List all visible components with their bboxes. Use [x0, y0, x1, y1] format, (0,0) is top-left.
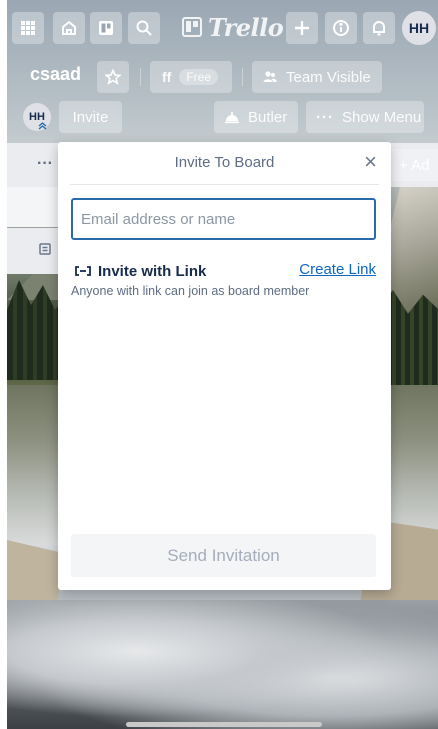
- home-button[interactable]: [53, 12, 85, 44]
- link-icon: [75, 266, 91, 276]
- visibility-label: Team Visible: [286, 68, 371, 86]
- butler-button[interactable]: Butler: [214, 101, 298, 133]
- admin-chevron-icon: [38, 122, 47, 130]
- workspace-initials: ff: [162, 69, 172, 85]
- boards-button[interactable]: [90, 12, 122, 44]
- send-invitation-button[interactable]: Send Invitation: [71, 534, 376, 577]
- close-icon[interactable]: ×: [364, 150, 377, 174]
- logo-text: Trello: [208, 12, 284, 42]
- notifications-button[interactable]: [363, 12, 395, 44]
- boards-icon: [99, 21, 113, 35]
- search-icon: [136, 20, 152, 36]
- bell-icon: [373, 21, 385, 36]
- invite-link-row: Invite with Link Create Link: [74, 261, 376, 281]
- more-icon: ···: [316, 108, 334, 126]
- invite-link-label: Invite with Link: [98, 262, 207, 280]
- visibility-button[interactable]: Team Visible: [252, 61, 382, 93]
- list-card[interactable]: [7, 228, 59, 274]
- search-button[interactable]: [128, 12, 160, 44]
- trello-logo-icon: [182, 17, 202, 37]
- butler-icon: [225, 112, 239, 124]
- board-name[interactable]: csaad: [30, 64, 81, 85]
- create-button[interactable]: [286, 12, 318, 44]
- header-divider: [140, 68, 141, 86]
- info-icon: [333, 20, 349, 36]
- home-icon: [62, 20, 76, 35]
- email-field[interactable]: [71, 198, 376, 240]
- info-button[interactable]: [325, 12, 357, 44]
- user-initials: HH: [408, 20, 430, 36]
- list-menu-button[interactable]: ···: [37, 155, 53, 173]
- show-menu-label: Show Menu: [342, 108, 422, 126]
- show-menu-button[interactable]: ··· Show Menu: [306, 101, 424, 133]
- plan-badge: Free: [179, 69, 219, 85]
- list-card[interactable]: [7, 187, 59, 227]
- star-button[interactable]: [97, 61, 129, 93]
- trello-logo[interactable]: Trello: [182, 11, 284, 43]
- modal-title: Invite To Board: [174, 154, 275, 171]
- home-indicator: [126, 722, 322, 727]
- user-avatar[interactable]: HH: [402, 11, 436, 45]
- star-icon: [105, 69, 121, 85]
- grid-icon: [21, 21, 35, 35]
- team-icon: [263, 71, 277, 82]
- apps-button[interactable]: [12, 12, 44, 44]
- butler-label: Butler: [248, 108, 288, 126]
- invite-button[interactable]: Invite: [59, 101, 122, 133]
- workspace-button[interactable]: ff Free: [150, 61, 232, 93]
- invite-help-text: Anyone with link can join as board membe…: [71, 284, 310, 298]
- invite-label: Invite: [72, 108, 109, 126]
- header-divider: [242, 68, 243, 86]
- add-list-button[interactable]: + Ad: [391, 149, 438, 181]
- plus-icon: [295, 21, 309, 35]
- invite-modal: Invite To Board × Invite with Link Creat…: [58, 142, 391, 590]
- card-template-icon: [39, 243, 51, 255]
- create-link-button[interactable]: Create Link: [299, 261, 376, 278]
- modal-divider: [70, 184, 379, 185]
